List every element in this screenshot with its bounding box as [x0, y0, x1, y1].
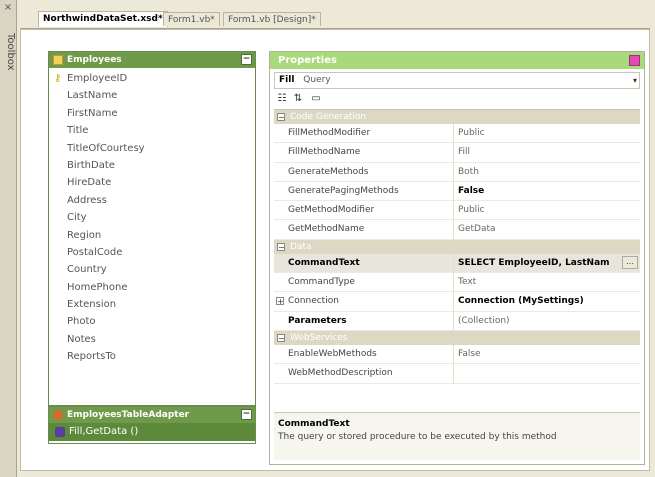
tab-form1-design[interactable]: Form1.vb [Design]*	[223, 12, 321, 26]
close-icon[interactable]	[629, 55, 640, 66]
properties-header: Properties	[270, 52, 644, 69]
property-row-fill-method-modifier[interactable]: FillMethodModifier Public	[274, 124, 640, 144]
column-item[interactable]: TitleOfCourtesy	[49, 140, 255, 157]
property-row-enable-web-methods[interactable]: EnableWebMethods False	[274, 344, 640, 365]
object-selector-dropdown[interactable]: Fill Query ▾	[274, 72, 640, 89]
ellipsis-button[interactable]: …	[622, 255, 638, 269]
column-list: ⚷ EmployeeID LastName FirstName Title Tit…	[49, 68, 255, 366]
property-row-command-text[interactable]: CommandText SELECT EmployeeID, LastNam …	[274, 253, 640, 274]
object-name: Fill	[279, 75, 295, 85]
categorized-icon[interactable]: ☷	[276, 93, 288, 105]
column-item[interactable]: FirstName	[49, 105, 255, 122]
collapse-icon[interactable]: −	[241, 54, 252, 65]
primary-key-icon: ⚷	[54, 73, 62, 84]
column-item[interactable]: City	[49, 209, 255, 226]
expand-icon[interactable]: +	[276, 297, 284, 306]
document-tab-bar: NorthwindDataSet.xsd* Form1.vb* Form1.vb…	[20, 8, 650, 29]
tab-form1-vb[interactable]: Form1.vb*	[163, 12, 220, 26]
property-row-get-method-name[interactable]: GetMethodName GetData	[274, 220, 640, 240]
column-item[interactable]: ReportsTo	[49, 348, 255, 365]
property-row-command-type[interactable]: CommandType Text	[274, 273, 640, 293]
category-data[interactable]: − Data	[274, 239, 640, 254]
column-item[interactable]: Extension	[49, 296, 255, 313]
column-item[interactable]: PostalCode	[49, 244, 255, 261]
collapse-icon[interactable]: −	[277, 242, 285, 251]
employees-table-adapter[interactable]: EmployeesTableAdapter − Fill,GetData ()	[48, 406, 256, 444]
property-row-web-method-description[interactable]: WebMethodDescription	[274, 364, 640, 384]
close-icon[interactable]: ×	[3, 3, 13, 13]
collapse-icon[interactable]: −	[277, 333, 285, 342]
category-web-services[interactable]: − WebServices	[274, 330, 640, 345]
properties-toolbar: ☷ ⇅ ▭	[274, 91, 640, 107]
table-adapter-icon	[53, 410, 63, 420]
table-icon	[53, 55, 63, 65]
toolbox-strip[interactable]: × Toolbox	[0, 0, 17, 477]
chevron-down-icon[interactable]: ▾	[633, 73, 637, 88]
column-item[interactable]: Photo	[49, 313, 255, 330]
collapse-icon[interactable]: −	[277, 113, 285, 122]
property-row-connection[interactable]: + Connection Connection (MySettings)	[274, 292, 640, 312]
column-item[interactable]: Address	[49, 192, 255, 209]
category-code-generation[interactable]: − Code Generation	[274, 110, 640, 124]
dataset-designer-canvas[interactable]: Employees − ⚷ EmployeeID LastName FirstNa…	[20, 29, 650, 471]
property-row-parameters[interactable]: Parameters (Collection)	[274, 311, 640, 331]
toolbox-label[interactable]: Toolbox	[0, 22, 16, 82]
query-icon	[55, 427, 65, 437]
column-item[interactable]: LastName	[49, 87, 255, 104]
property-grid: − Code Generation FillMethodModifier Pub…	[274, 109, 640, 384]
property-pages-icon[interactable]: ▭	[310, 93, 322, 105]
column-item[interactable]: BirthDate	[49, 157, 255, 174]
column-item[interactable]: Notes	[49, 331, 255, 348]
property-row-get-method-modifier[interactable]: GetMethodModifier Public	[274, 201, 640, 221]
properties-title: Properties	[278, 55, 337, 66]
employees-table[interactable]: Employees − ⚷ EmployeeID LastName FirstNa…	[48, 51, 256, 406]
object-type: Query	[303, 75, 331, 85]
employees-table-title: Employees	[67, 55, 122, 65]
column-item[interactable]: Country	[49, 261, 255, 278]
property-description-pane: CommandText The query or stored procedur…	[274, 412, 640, 460]
properties-window[interactable]: Properties Fill Query ▾ ☷ ⇅ ▭ − Code Gen…	[269, 51, 645, 465]
column-item[interactable]: Region	[49, 227, 255, 244]
tab-dataset-xsd[interactable]: NorthwindDataSet.xsd*	[38, 11, 168, 27]
column-item[interactable]: HireDate	[49, 174, 255, 191]
property-row-generate-paging-methods[interactable]: GeneratePagingMethods False	[274, 181, 640, 202]
adapter-header[interactable]: EmployeesTableAdapter −	[49, 407, 255, 423]
column-item[interactable]: HomePhone	[49, 279, 255, 296]
description-text: The query or stored procedure to be exec…	[278, 432, 557, 442]
property-row-fill-method-name[interactable]: FillMethodName Fill	[274, 143, 640, 163]
adapter-title: EmployeesTableAdapter	[67, 410, 190, 420]
property-row-generate-methods[interactable]: GenerateMethods Both	[274, 162, 640, 182]
collapse-icon[interactable]: −	[241, 409, 252, 420]
query-item-fill-getdata[interactable]: Fill,GetData ()	[49, 423, 255, 441]
description-title: CommandText	[278, 419, 350, 429]
column-item[interactable]: Title	[49, 122, 255, 139]
column-item-employeeid[interactable]: ⚷ EmployeeID	[49, 70, 255, 87]
alphabetical-icon[interactable]: ⇅	[292, 93, 304, 105]
employees-table-header[interactable]: Employees −	[49, 52, 255, 68]
